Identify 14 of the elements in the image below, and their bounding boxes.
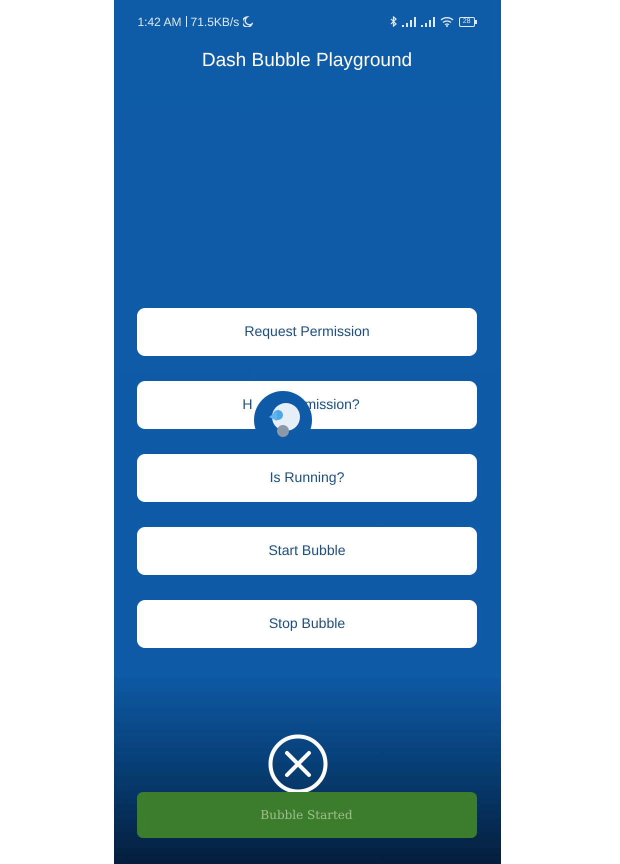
signal-icon: [420, 16, 435, 26]
wifi-icon: [440, 16, 454, 27]
status-time: 1:42 AM: [138, 14, 182, 30]
snackbar-message: Bubble Started: [260, 807, 353, 824]
signal-icon: [402, 16, 416, 26]
network-speed: 71.5KB/s: [190, 14, 240, 30]
app-title: Dash Bubble Playground: [202, 49, 412, 73]
action-button[interactable]: Request Permission: [137, 308, 477, 356]
moon-icon: [243, 16, 254, 27]
close-icon[interactable]: [268, 734, 328, 794]
action-button[interactable]: Start Bubble: [137, 526, 477, 574]
bluetooth-icon: [390, 16, 397, 27]
action-button[interactable]: Is Running?: [137, 454, 477, 502]
action-button[interactable]: Stop Bubble: [137, 600, 477, 648]
